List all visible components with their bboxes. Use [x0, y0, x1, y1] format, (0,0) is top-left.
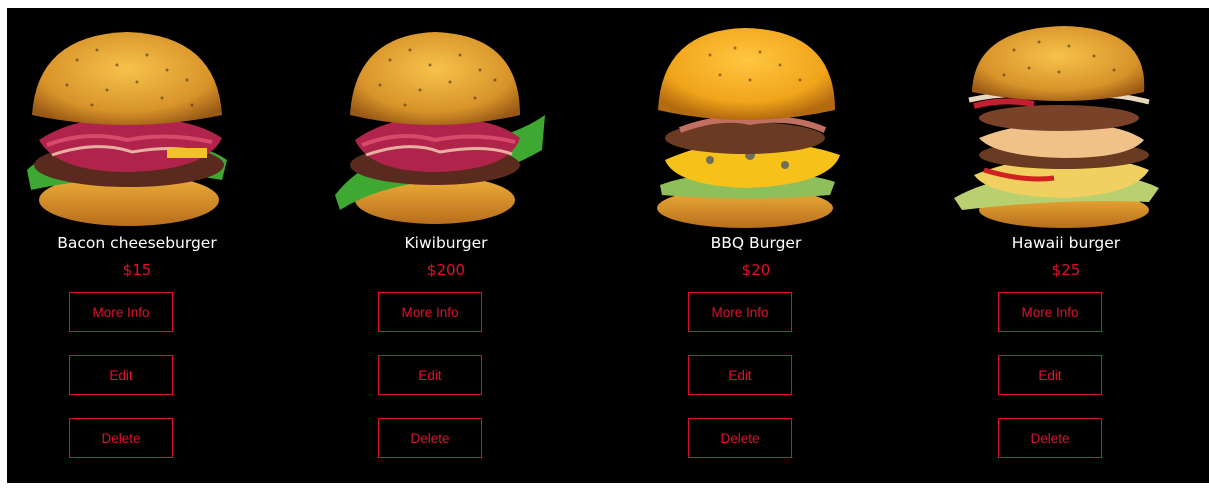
burger-image	[17, 20, 237, 230]
product-grid: Bacon cheeseburger $15 More Info Edit De…	[7, 8, 1209, 483]
product-name: Kiwiburger	[404, 234, 488, 252]
product-card: BBQ Burger $20 More Info Edit Delete	[626, 8, 886, 483]
edit-button[interactable]: Edit	[688, 355, 792, 395]
edit-button[interactable]: Edit	[69, 355, 173, 395]
more-info-button[interactable]: More Info	[69, 292, 173, 332]
more-info-button[interactable]: More Info	[688, 292, 792, 332]
product-name: Bacon cheeseburger	[57, 234, 217, 252]
delete-button[interactable]: Delete	[998, 418, 1102, 458]
edit-button[interactable]: Edit	[378, 355, 482, 395]
more-info-button[interactable]: More Info	[998, 292, 1102, 332]
product-price: $200	[426, 261, 466, 279]
product-card: Bacon cheeseburger $15 More Info Edit De…	[7, 8, 267, 483]
delete-button[interactable]: Delete	[688, 418, 792, 458]
product-price: $15	[122, 261, 152, 279]
product-name: BBQ Burger	[710, 234, 802, 252]
product-price: $20	[741, 261, 771, 279]
product-gallery: Bacon cheeseburger $15 More Info Edit De…	[7, 8, 1209, 483]
more-info-button[interactable]: More Info	[378, 292, 482, 332]
burger-image	[640, 20, 860, 230]
delete-button[interactable]: Delete	[69, 418, 173, 458]
product-card: Kiwiburger $200 More Info Edit Delete	[316, 8, 576, 483]
edit-button[interactable]: Edit	[998, 355, 1102, 395]
product-name: Hawaii burger	[1011, 234, 1121, 252]
burger-image	[944, 20, 1164, 230]
burger-image	[330, 20, 550, 230]
product-price: $25	[1051, 261, 1081, 279]
product-card: Hawaii burger $25 More Info Edit Delete	[936, 8, 1196, 483]
delete-button[interactable]: Delete	[378, 418, 482, 458]
